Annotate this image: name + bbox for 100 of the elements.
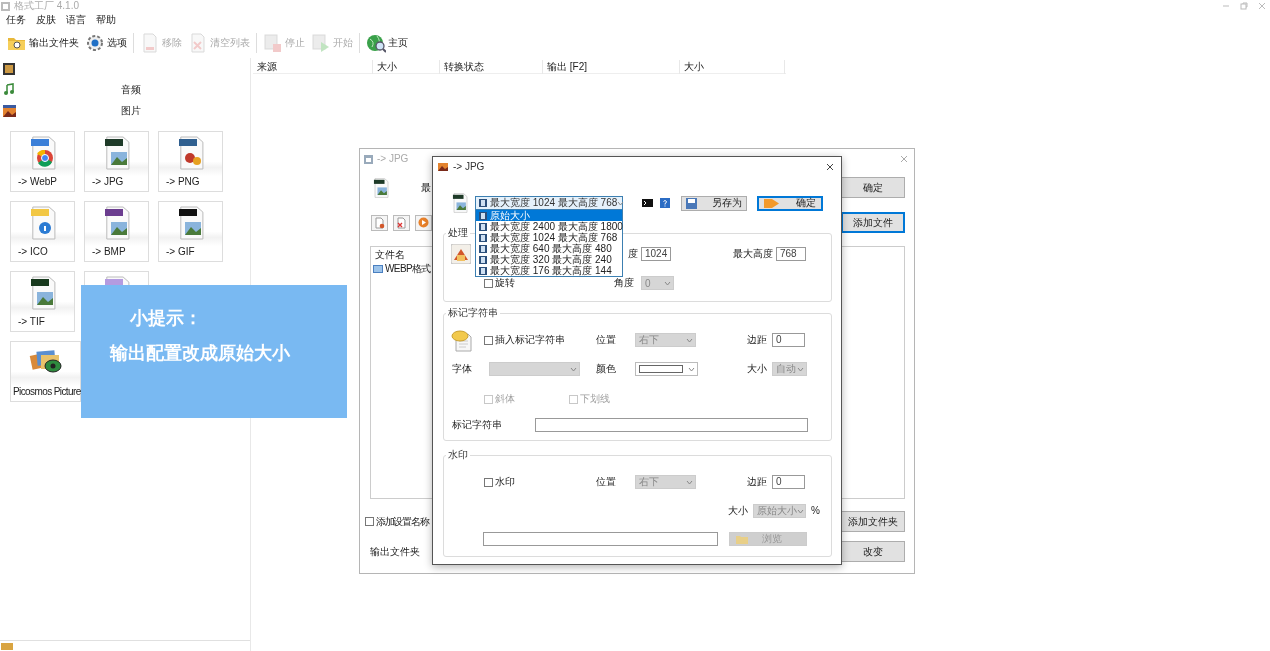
label: 边距: [747, 334, 768, 346]
gear-icon: [85, 33, 105, 53]
dropdown-option[interactable]: 最大宽度 640 最大高度 480: [476, 243, 622, 254]
picture-icon: [438, 162, 448, 172]
dialog-button[interactable]: 确定: [841, 177, 905, 198]
checkbox[interactable]: [484, 278, 493, 288]
label: 标记字符串: [452, 419, 503, 431]
dropdown-option[interactable]: 最大宽度 176 最大高度 144: [476, 265, 622, 276]
dialog-button[interactable]: 添加文件夹: [841, 511, 905, 532]
column-header[interactable]: 来源: [253, 60, 373, 74]
label: 位置: [596, 334, 617, 346]
console-icon[interactable]: [642, 199, 653, 207]
dialog-button[interactable]: 确定: [757, 195, 823, 211]
music-note-icon[interactable]: [2, 82, 16, 97]
column-header[interactable]: 大小: [680, 60, 785, 74]
checkbox-label: 旋转: [495, 277, 515, 289]
dialog-button[interactable]: 添加文件: [841, 212, 905, 233]
window-title: 格式工厂 4.1.0: [14, 0, 80, 12]
picture-icon[interactable]: [2, 103, 16, 118]
label: 输出文件夹: [370, 545, 420, 558]
toolbar-button[interactable]: 选项: [82, 31, 130, 55]
stop-icon: [263, 33, 283, 53]
input-field[interactable]: 0: [772, 333, 805, 347]
text-field[interactable]: [535, 418, 808, 432]
menu-item[interactable]: 帮助: [96, 14, 116, 26]
chevron-down-icon: [686, 479, 693, 485]
category-label: 音频: [121, 83, 141, 96]
dropdown-option[interactable]: 最大宽度 1024 最大高度 768: [476, 232, 622, 243]
film-icon: [479, 266, 487, 275]
preset-dropdown[interactable]: 最大宽度 1024 最大高度 768: [475, 196, 623, 210]
label: 大小: [747, 363, 768, 375]
checkbox[interactable]: [365, 517, 374, 526]
column-header[interactable]: 转换状态: [440, 60, 543, 74]
film-icon: [479, 222, 487, 231]
play-icon: [311, 33, 331, 53]
dropdown-option[interactable]: 原始大小: [476, 210, 622, 221]
dialog-title: -> JPG: [453, 161, 485, 173]
image-file-icon: [373, 265, 383, 273]
tool-button[interactable]: [415, 214, 432, 231]
format-tile[interactable]: -> ICO: [10, 201, 75, 262]
input-field[interactable]: 0: [772, 475, 805, 489]
group-title: 处理: [447, 227, 469, 239]
checkbox[interactable]: [484, 335, 493, 345]
input-field[interactable]: 768: [776, 247, 806, 261]
format-tile[interactable]: Picosmos Picture: [10, 341, 81, 402]
speech-note-icon: [451, 328, 473, 352]
chevron-down-icon: [686, 337, 693, 343]
format-tile[interactable]: -> JPG: [84, 131, 149, 192]
format-tile[interactable]: -> PNG: [158, 131, 223, 192]
color-picker[interactable]: [635, 362, 698, 376]
file-path-field[interactable]: [483, 532, 718, 546]
group-title: 标记字符串: [447, 307, 499, 319]
chevron-down-icon: [617, 200, 625, 206]
label: 度: [627, 248, 638, 260]
image-file-icon: [450, 192, 470, 214]
film-icon: [479, 233, 487, 242]
toolbox-icon: [1, 642, 13, 650]
film-icon: [479, 199, 487, 207]
globe-icon: [366, 33, 386, 53]
folder-icon: [736, 534, 748, 544]
film-icon: [479, 255, 487, 264]
app-icon: [1, 1, 10, 11]
format-tile[interactable]: -> WebP: [10, 131, 75, 192]
label: 最大高度: [733, 248, 774, 260]
menu-item[interactable]: 语言: [66, 14, 86, 26]
input-field[interactable]: 1024: [641, 247, 671, 261]
checkbox-label: 水印: [495, 476, 515, 488]
column-header[interactable]: 输出 [F2]: [543, 60, 680, 74]
format-tile[interactable]: -> TIF: [10, 271, 75, 332]
toolbar-button[interactable]: 主页: [363, 31, 411, 55]
dialog-button[interactable]: 另存为: [681, 195, 747, 211]
column-header: 文件名: [375, 249, 405, 261]
close-icon[interactable]: [826, 163, 834, 171]
menu-item[interactable]: 皮肤: [36, 14, 56, 26]
help-icon[interactable]: [660, 198, 670, 208]
format-tile[interactable]: -> GIF: [158, 201, 223, 262]
document-cross-icon: [396, 216, 407, 229]
tip-text: 输出配置改成原始大小: [110, 342, 290, 364]
chevron-down-icon: [797, 366, 804, 372]
play-circle-icon: [418, 217, 429, 228]
category-label: 图片: [121, 104, 141, 117]
chevron-down-icon: [664, 280, 671, 286]
image-file-icon: [371, 176, 391, 199]
film-icon[interactable]: [2, 61, 16, 76]
checkbox[interactable]: [484, 477, 493, 487]
label: 最: [421, 181, 431, 194]
tool-button[interactable]: [393, 214, 410, 231]
dialog-button[interactable]: 改变: [841, 541, 905, 562]
document-add-icon: [374, 216, 385, 229]
menu-item[interactable]: 任务: [6, 14, 26, 26]
format-tile[interactable]: -> BMP: [84, 201, 149, 262]
label: 字体: [452, 363, 473, 375]
tool-button[interactable]: [371, 214, 388, 231]
document-cross-icon: [188, 33, 208, 53]
label: 角度: [614, 277, 635, 289]
checkbox-label: 斜体: [495, 393, 515, 405]
dropdown-option[interactable]: 最大宽度 320 最大高度 240: [476, 254, 622, 265]
column-header[interactable]: 大小: [373, 60, 440, 74]
toolbar-button[interactable]: 输出文件夹: [4, 31, 82, 55]
film-icon: [479, 211, 487, 220]
